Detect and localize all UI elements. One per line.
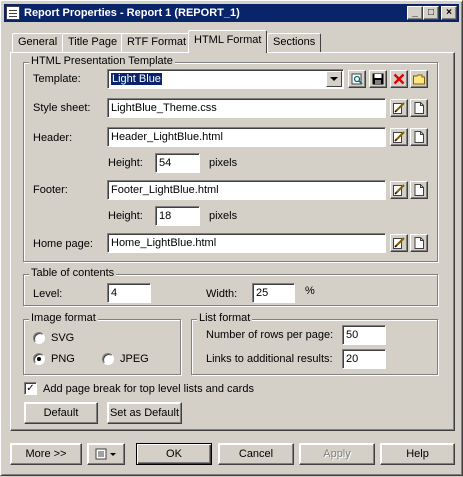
list-format-group: List format: [191, 312, 438, 375]
new-homepage-button[interactable]: [410, 234, 428, 252]
links-additional-label: Links to additional results:: [206, 353, 333, 365]
header-height-field[interactable]: 54: [155, 153, 200, 173]
save-icon: [372, 73, 384, 85]
toc-level-field[interactable]: 4: [107, 283, 151, 303]
toc-level-label: Level:: [33, 288, 63, 300]
edit-stylesheet-button[interactable]: [390, 99, 408, 117]
header-field[interactable]: Header_LightBlue.html: [107, 127, 386, 147]
template-selected-value: Light Blue: [110, 72, 163, 86]
list-format-group-title: List format: [197, 312, 253, 324]
toc-width-unit: %: [305, 285, 315, 297]
new-file-icon: [414, 131, 424, 143]
radio-svg[interactable]: [33, 332, 45, 344]
header-label: Header:: [33, 132, 73, 144]
toc-group-title: Table of contents: [29, 267, 117, 279]
help-button[interactable]: Help: [380, 443, 455, 465]
new-file-icon: [414, 184, 424, 196]
header-height-unit: pixels: [209, 157, 238, 169]
template-combobox[interactable]: Light Blue: [107, 69, 344, 89]
radio-png[interactable]: [33, 353, 45, 365]
edit-footer-button[interactable]: [390, 181, 408, 199]
set-as-default-button[interactable]: Set as Default: [107, 402, 182, 424]
radio-svg-label: SVG: [51, 332, 75, 344]
footer-label: Footer:: [33, 184, 68, 196]
image-format-group: Image format: [23, 312, 181, 375]
edit-icon: [393, 237, 405, 249]
edit-homepage-button[interactable]: [390, 234, 408, 252]
apply-button[interactable]: Apply: [299, 443, 375, 465]
open-template-button[interactable]: [410, 70, 428, 88]
edit-icon: [393, 184, 405, 196]
delete-template-button[interactable]: [390, 70, 408, 88]
new-footer-button[interactable]: [410, 181, 428, 199]
folder-icon: [413, 74, 425, 85]
footer-height-label: Height:: [108, 210, 143, 222]
report-properties-window: Report Properties - Report 1 (REPORT_1) …: [0, 0, 463, 476]
radio-jpeg-label: JPEG: [120, 353, 149, 365]
edit-icon: [393, 131, 405, 143]
image-format-group-title: Image format: [29, 312, 98, 324]
default-button[interactable]: Default: [24, 402, 98, 424]
save-template-button[interactable]: [369, 70, 387, 88]
new-stylesheet-button[interactable]: [410, 99, 428, 117]
delete-icon: [393, 73, 405, 85]
radio-png-label: PNG: [51, 353, 75, 365]
links-additional-field[interactable]: 20: [342, 349, 386, 369]
cancel-button[interactable]: Cancel: [218, 443, 294, 465]
actions-menu-button[interactable]: [87, 443, 125, 465]
ok-button[interactable]: OK: [136, 443, 212, 465]
new-file-icon: [414, 102, 424, 114]
footer-height-unit: pixels: [209, 210, 238, 222]
footer-height-field[interactable]: 18: [155, 206, 200, 226]
footer-field[interactable]: Footer_LightBlue.html: [107, 180, 386, 200]
preview-template-button[interactable]: [348, 70, 366, 88]
chevron-down-icon[interactable]: [326, 71, 342, 87]
radio-jpeg[interactable]: [102, 353, 114, 365]
new-file-icon: [414, 237, 424, 249]
page-break-checkbox[interactable]: ✓: [24, 382, 37, 395]
list-menu-icon: [95, 448, 116, 460]
homepage-field[interactable]: Home_LightBlue.html: [107, 233, 386, 253]
new-header-button[interactable]: [410, 128, 428, 146]
header-height-label: Height:: [108, 157, 143, 169]
more-button[interactable]: More >>: [10, 443, 82, 465]
stylesheet-label: Style sheet:: [33, 102, 91, 114]
rows-per-page-label: Number of rows per page:: [206, 329, 334, 341]
preview-icon: [351, 73, 363, 85]
toc-width-label: Width:: [206, 288, 238, 300]
rows-per-page-field[interactable]: 50: [342, 325, 386, 345]
toc-width-field[interactable]: 25: [252, 283, 295, 303]
template-label: Template:: [33, 73, 81, 85]
edit-icon: [393, 102, 405, 114]
form-content: Template: Light Blue Style sheet: LightB…: [1, 1, 463, 477]
homepage-label: Home page:: [33, 238, 93, 250]
edit-header-button[interactable]: [390, 128, 408, 146]
page-break-label: Add page break for top level lists and c…: [43, 383, 254, 395]
stylesheet-field[interactable]: LightBlue_Theme.css: [107, 98, 386, 118]
